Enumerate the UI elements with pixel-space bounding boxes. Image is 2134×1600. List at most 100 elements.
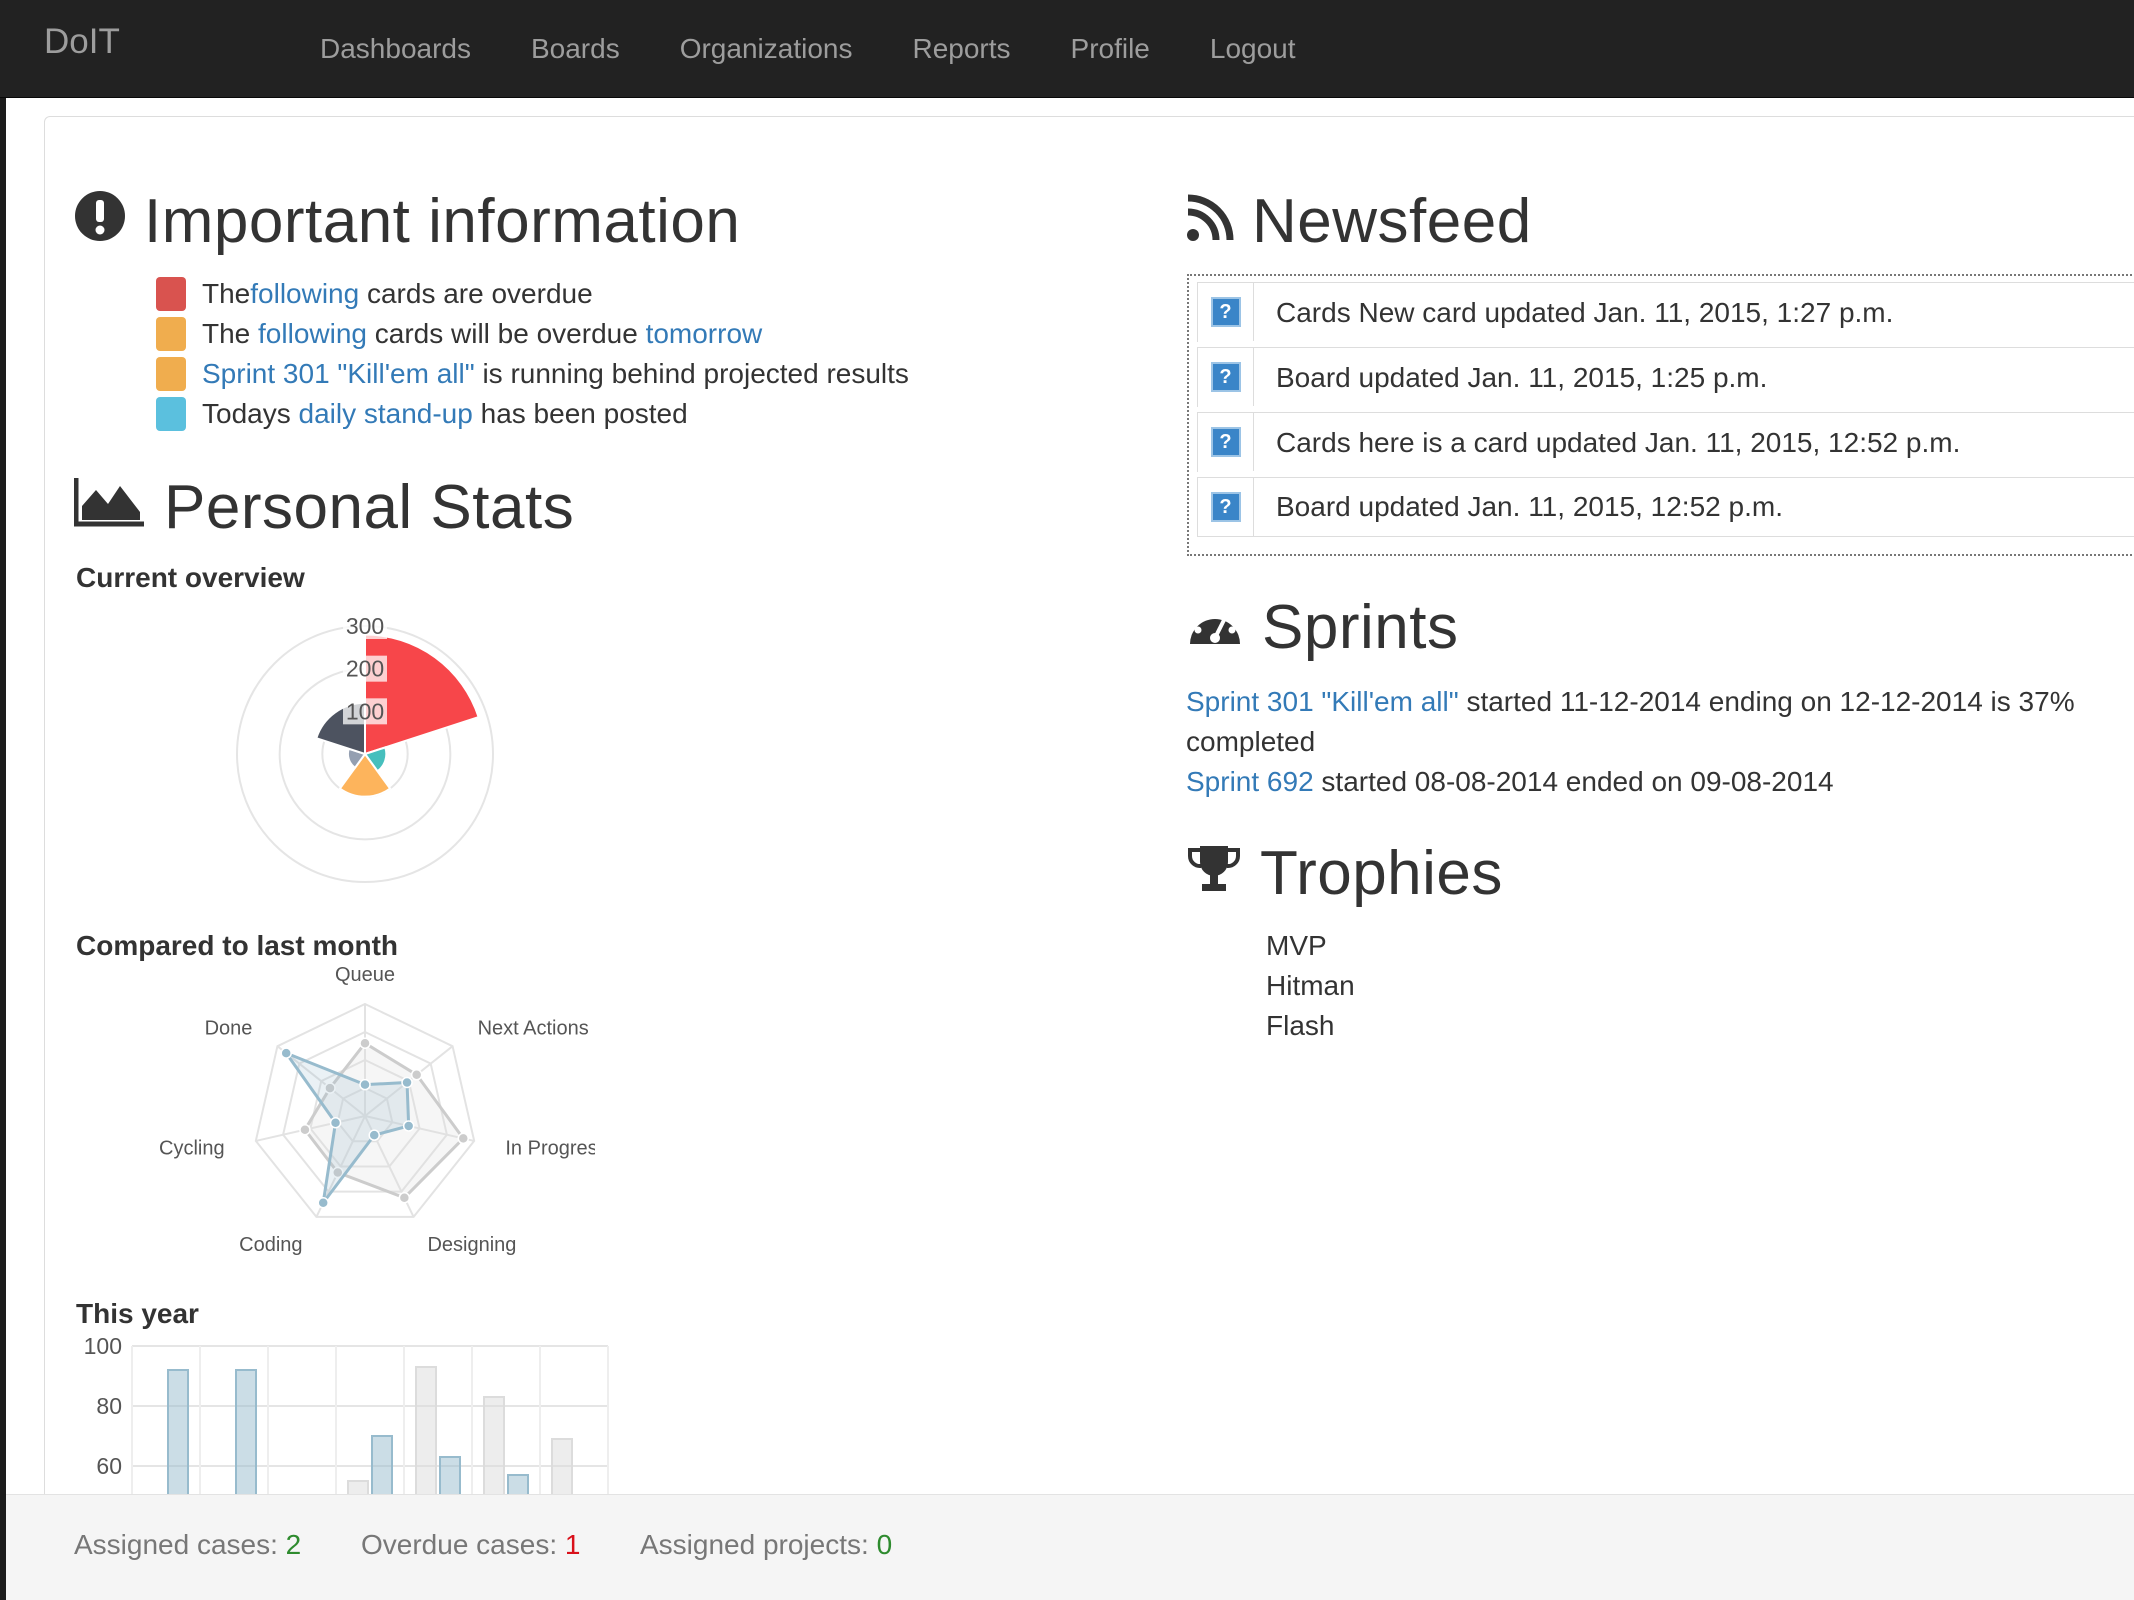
bar xyxy=(483,1396,505,1494)
radar-axis-label: Queue xyxy=(335,966,395,986)
polar-segment xyxy=(364,633,480,756)
sprint-692-link[interactable]: Sprint 692 xyxy=(1186,766,1314,797)
unknown-type-icon: ? xyxy=(1198,478,1254,536)
item-text: cards will be overdue xyxy=(366,318,646,349)
bar xyxy=(507,1474,529,1494)
overdue-cases-count: 1 xyxy=(564,1529,581,1560)
sprint-item: Sprint 692 started 08-08-2014 ended on 0… xyxy=(1186,762,2126,802)
main-nav: Dashboards Boards Organizations Reports … xyxy=(290,0,1326,98)
sprint-item: Sprint 301 "Kill'em all" started 11-12-2… xyxy=(1186,682,2126,762)
radar-axis-label: Cycling xyxy=(159,1138,225,1160)
newsfeed-heading: Newsfeed xyxy=(1186,186,1532,257)
radar-point xyxy=(359,1078,371,1091)
current-overview-label: Current overview xyxy=(76,562,305,593)
list-item[interactable]: ? Board updated Jan. 11, 2015, 1:25 p.m. xyxy=(1197,347,2134,407)
assigned-cases-count: 2 xyxy=(285,1529,302,1560)
item-text: has been posted xyxy=(472,398,688,429)
bar xyxy=(235,1369,257,1494)
important-heading: Important information xyxy=(74,186,740,257)
footer: Assigned cases: 2 Overdue cases: 1 Assig… xyxy=(6,1494,2134,1600)
rss-icon xyxy=(1186,186,1234,257)
nav-boards[interactable]: Boards xyxy=(501,0,650,98)
exclamation-circle-icon xyxy=(74,186,126,257)
current-overview-chart: 100 200 300 xyxy=(236,613,494,883)
nav-profile[interactable]: Profile xyxy=(1041,0,1180,98)
list-item: Sprint 301 "Kill'em all" is running behi… xyxy=(156,354,909,394)
nav-organizations[interactable]: Organizations xyxy=(650,0,883,98)
bar-tick-label: 100 xyxy=(84,1334,122,1359)
list-item: The following cards will be overdue tomo… xyxy=(156,314,909,354)
sprint-link[interactable]: Sprint 301 "Kill'em all" xyxy=(202,358,475,390)
radar-point xyxy=(368,1129,380,1141)
radar-point xyxy=(410,1069,423,1081)
important-title: Important information xyxy=(144,187,741,256)
bar xyxy=(371,1435,393,1494)
bar xyxy=(415,1366,437,1494)
list-item: Hitman xyxy=(1266,970,1355,1001)
feed-text: Cards here is a card updated Jan. 11, 20… xyxy=(1276,426,1961,458)
dashboard-gauge-icon xyxy=(1186,592,1244,663)
list-item[interactable]: ? Board updated Jan. 11, 2015, 12:52 p.m… xyxy=(1197,477,2134,537)
bar xyxy=(439,1456,461,1494)
following-link[interactable]: following xyxy=(258,318,367,350)
sprints-heading: Sprints xyxy=(1186,592,1458,663)
bar xyxy=(347,1480,369,1494)
sprints-title: Sprints xyxy=(1262,593,1459,662)
personal-stats-title: Personal Stats xyxy=(164,473,575,542)
item-text: is running behind projected results xyxy=(474,358,909,389)
important-list: The following cards are overdue The foll… xyxy=(156,274,909,434)
following-link[interactable]: following xyxy=(250,278,359,310)
tomorrow-link[interactable]: tomorrow xyxy=(646,318,763,350)
status-square xyxy=(156,357,186,391)
polar-tick-label: 200 xyxy=(346,656,384,682)
list-item: Todays daily stand-up has been posted xyxy=(156,394,909,434)
feed-text: Board updated Jan. 11, 2015, 1:25 p.m. xyxy=(1276,361,1768,393)
assigned-projects-count: 0 xyxy=(876,1529,893,1560)
polar-tick-label: 300 xyxy=(346,613,384,639)
nav-dashboards[interactable]: Dashboards xyxy=(290,0,501,98)
item-text: Todays xyxy=(202,398,299,429)
nav-logout[interactable]: Logout xyxy=(1180,0,1326,98)
radar-point xyxy=(401,1076,413,1089)
radar-point xyxy=(402,1120,415,1132)
list-item[interactable]: ? Cards here is a card updated Jan. 11, … xyxy=(1197,412,2134,472)
unknown-type-icon: ? xyxy=(1198,348,1254,406)
area-chart-icon xyxy=(73,472,146,543)
item-text: cards are overdue xyxy=(359,278,593,309)
item-text: The xyxy=(202,318,259,349)
feed-text: Cards New card updated Jan. 11, 2015, 1:… xyxy=(1276,296,1894,328)
trophies-list: MVP Hitman Flash xyxy=(1266,926,1355,1046)
brand-logo[interactable]: DoIT xyxy=(44,22,120,62)
trophies-title: Trophies xyxy=(1260,839,1503,908)
sprint-301-link[interactable]: Sprint 301 "Kill'em all" xyxy=(1186,686,1459,717)
bar-tick-label: 60 xyxy=(96,1453,122,1479)
personal-stats-heading: Personal Stats xyxy=(73,472,575,543)
list-item: The following cards are overdue xyxy=(156,274,909,314)
radar-axis-label: In Progress xyxy=(505,1138,595,1160)
overdue-cases-stat: Overdue cases: 1 xyxy=(361,1529,581,1560)
trophy-icon xyxy=(1186,838,1242,909)
status-square xyxy=(156,397,186,431)
nav-reports[interactable]: Reports xyxy=(882,0,1040,98)
list-item[interactable]: ? Cards New card updated Jan. 11, 2015, … xyxy=(1197,282,2134,342)
this-year-label: This year xyxy=(76,1298,199,1329)
standup-link[interactable]: daily stand-up xyxy=(299,398,473,430)
sprint-text: started 08-08-2014 ended on 09-08-2014 xyxy=(1313,766,1834,797)
assigned-cases-stat: Assigned cases: 2 xyxy=(74,1529,302,1560)
status-square xyxy=(156,317,186,351)
trophies-heading: Trophies xyxy=(1186,838,1503,909)
radar-axis-label: Done xyxy=(205,1017,253,1039)
polar-tick-label: 100 xyxy=(346,698,384,724)
radar-point xyxy=(329,1116,342,1129)
bar xyxy=(167,1369,189,1494)
radar-point xyxy=(359,1037,371,1049)
radar-axis-label: Designing xyxy=(427,1234,516,1256)
feed-text: Board updated Jan. 11, 2015, 12:52 p.m. xyxy=(1276,491,1783,522)
bar xyxy=(551,1438,573,1494)
radar-point xyxy=(299,1123,311,1136)
list-item: MVP xyxy=(1266,930,1327,961)
radar-axis-label: Next Actions xyxy=(478,1017,589,1039)
radar-point xyxy=(317,1197,329,1209)
newsfeed-list: ? Cards New card updated Jan. 11, 2015, … xyxy=(1187,274,2134,556)
status-square xyxy=(156,277,186,311)
